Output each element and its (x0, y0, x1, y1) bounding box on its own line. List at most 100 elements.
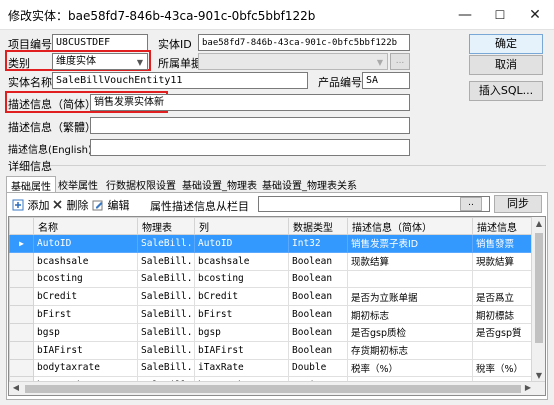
edit-button[interactable]: 编辑 (92, 197, 130, 213)
detail-divider (50, 165, 546, 166)
tab-enum-attributes[interactable]: 校举属性 (54, 176, 102, 192)
cell-datatype[interactable]: Boolean (288, 340, 348, 360)
category-select[interactable]: 维度实体 ▼ (52, 53, 148, 70)
scroll-left-icon[interactable]: ◀ (11, 383, 21, 392)
row-indicator[interactable]: ▶ (9, 234, 34, 253)
cell-column[interactable]: bcosting (194, 269, 289, 289)
product-code-field[interactable]: SA (362, 72, 410, 89)
cell-column[interactable]: bIAFirst (194, 340, 289, 360)
scroll-right-icon[interactable]: ▶ (523, 383, 533, 392)
vertical-scrollbar[interactable]: ▲ ▼ (531, 217, 545, 383)
desc-tw-field[interactable] (90, 117, 410, 134)
cell-table[interactable]: SaleBill... (137, 234, 195, 253)
minimize-button[interactable]: — (452, 4, 478, 26)
belong-doc-select[interactable]: ▼ (198, 53, 388, 70)
table-row[interactable]: bcashsaleSaleBill...bcashsaleBoolean现款结算… (9, 251, 545, 271)
entity-id-field[interactable]: bae58fd7-846b-43ca-901c-0bfc5bbf122b (198, 34, 410, 51)
close-button[interactable]: ✕ (522, 4, 548, 26)
cell-column[interactable]: AutoID (194, 234, 289, 253)
cell-name[interactable]: bcosting (33, 269, 138, 289)
table-row[interactable]: bodytaxrateSaleBill...iTaxRateDouble税率（%… (9, 358, 545, 378)
cell-name[interactable]: bodytaxrate (33, 358, 138, 378)
cell-datatype[interactable]: Int32 (288, 234, 348, 253)
row-indicator[interactable] (9, 322, 34, 342)
cell-column[interactable]: bgsp (194, 322, 289, 342)
cell-desc-cn[interactable]: 存货期初标志 (347, 340, 473, 360)
cell-desc-cn[interactable] (347, 269, 473, 289)
tab-physical-table-relation[interactable]: 基础设置_物理表关系 (258, 176, 361, 192)
table-row[interactable]: bgspSaleBill...bgspBoolean是否gsp质检是否gsp質 (9, 322, 545, 342)
table-row[interactable]: ▶AutoIDSaleBill...AutoIDInt32销售发票子表ID销售發… (9, 234, 545, 253)
tab-basic-attributes[interactable]: 基础属性 (6, 176, 56, 193)
desc-en-field[interactable] (90, 139, 410, 156)
cell-desc-cn[interactable]: 销售发票子表ID (347, 234, 473, 253)
table-row[interactable]: bcostingSaleBill...bcostingBoolean (9, 269, 545, 289)
cell-table[interactable]: SaleBill... (137, 305, 195, 324)
cell-table[interactable]: SaleBill... (137, 358, 195, 378)
cell-desc-cn[interactable]: 是否gsp质检 (347, 322, 473, 342)
horizontal-scrollbar[interactable]: ◀ ▶ (9, 381, 545, 395)
cell-datatype[interactable]: Boolean (288, 305, 348, 324)
cell-desc-cn[interactable]: 是否为立账单据 (347, 287, 473, 307)
horizontal-scroll-thumb[interactable] (25, 385, 521, 393)
cancel-button[interactable]: 取消 (469, 55, 543, 75)
cell-desc-cn[interactable]: 期初标志 (347, 305, 473, 324)
attr-desc-browse-button[interactable]: .. (460, 197, 482, 211)
cell-name[interactable]: bIAFirst (33, 340, 138, 360)
cell-datatype[interactable]: Boolean (288, 269, 348, 289)
cell-name[interactable]: AutoID (33, 234, 138, 253)
column-header-column[interactable]: 列 (194, 217, 289, 235)
sync-button[interactable]: 同步 (494, 195, 542, 213)
row-indicator[interactable] (9, 287, 34, 307)
row-indicator[interactable] (9, 358, 34, 378)
row-indicator[interactable] (9, 340, 34, 360)
cell-table[interactable]: SaleBill... (137, 269, 195, 289)
column-header-table[interactable]: 物理表 (137, 217, 195, 235)
cell-datatype[interactable]: Double (288, 358, 348, 378)
column-header-datatype[interactable]: 数据类型 (288, 217, 348, 235)
row-indicator[interactable] (9, 251, 34, 271)
tab-row-permission[interactable]: 行数据权限设置 (102, 176, 180, 192)
cell-name[interactable]: bCredit (33, 287, 138, 307)
cell-table[interactable]: SaleBill... (137, 287, 195, 307)
entity-id-label: 实体ID (158, 38, 192, 51)
delete-label: 删除 (66, 199, 89, 212)
desc-cn-field[interactable]: 销售发票实体新 (90, 94, 410, 111)
cell-datatype[interactable]: Boolean (288, 251, 348, 271)
table-row[interactable]: bFirstSaleBill...bFirstBoolean期初标志期初標誌 (9, 305, 545, 324)
cell-datatype[interactable]: Boolean (288, 287, 348, 307)
delete-button[interactable]: 删除 (52, 197, 89, 213)
scroll-down-icon[interactable]: ▼ (532, 371, 545, 380)
table-row[interactable]: bCreditSaleBill...bCreditBoolean是否为立账单据是… (9, 287, 545, 307)
cell-desc-cn[interactable]: 现款结算 (347, 251, 473, 271)
cell-name[interactable]: bFirst (33, 305, 138, 324)
detail-label: 详细信息 (8, 160, 52, 173)
ok-button[interactable]: 确定 (469, 34, 543, 54)
cell-column[interactable]: iTaxRate (194, 358, 289, 378)
cell-table[interactable]: SaleBill... (137, 322, 195, 342)
row-indicator[interactable] (9, 305, 34, 324)
cell-table[interactable]: SaleBill... (137, 340, 195, 360)
cell-name[interactable]: bgsp (33, 322, 138, 342)
cell-column[interactable]: bcashsale (194, 251, 289, 271)
cell-datatype[interactable]: Boolean (288, 322, 348, 342)
cell-column[interactable]: bCredit (194, 287, 289, 307)
cell-column[interactable]: bFirst (194, 305, 289, 324)
insert-sql-button[interactable]: 插入SQL... (469, 81, 543, 101)
cell-table[interactable]: SaleBill... (137, 251, 195, 271)
maximize-button[interactable]: ☐ (487, 4, 513, 26)
attr-desc-field[interactable] (258, 196, 490, 212)
scroll-up-icon[interactable]: ▲ (532, 219, 545, 228)
tab-physical-table[interactable]: 基础设置_物理表 (178, 176, 261, 192)
item-code-field[interactable]: U8CUSTDEF (52, 34, 148, 51)
table-row[interactable]: bIAFirstSaleBill...bIAFirstBoolean存货期初标志 (9, 340, 545, 360)
entity-name-field[interactable]: SaleBillVouchEntity11 (52, 72, 308, 89)
cell-desc-cn[interactable]: 税率（%） (347, 358, 473, 378)
column-header-name[interactable]: 名称 (33, 217, 138, 235)
column-header-desc-cn[interactable]: 描述信息（简体） (347, 217, 473, 235)
row-indicator[interactable] (9, 269, 34, 289)
belong-doc-browse-button[interactable]: ... (390, 53, 410, 70)
add-button[interactable]: 添加 (12, 197, 50, 213)
vertical-scroll-thumb[interactable] (535, 233, 543, 343)
cell-name[interactable]: bcashsale (33, 251, 138, 271)
